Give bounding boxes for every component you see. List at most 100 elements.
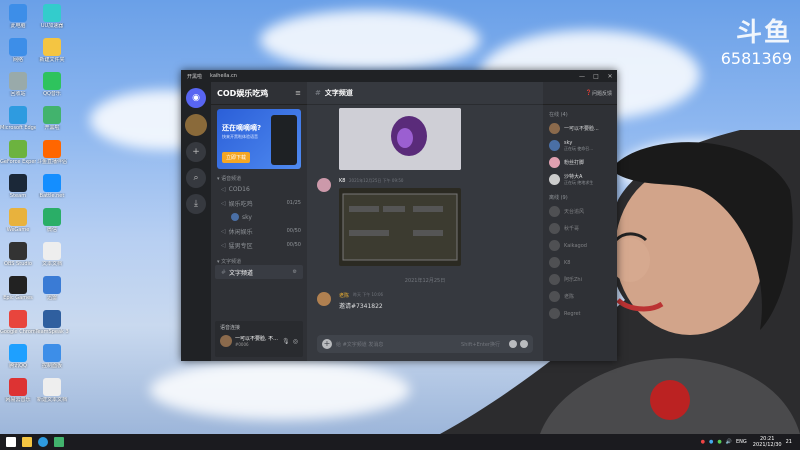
headphones-icon[interactable]: ◎ xyxy=(293,338,298,345)
douyu-logo: 斗鱼 xyxy=(735,18,792,48)
voice-channel[interactable]: ◁ COD16 xyxy=(211,182,307,196)
app-icon xyxy=(43,106,61,124)
server-header[interactable]: COD娱乐吃鸡 ≡ xyxy=(211,82,307,105)
desktop-icon-label: WeGame xyxy=(6,227,30,233)
desktop-icon[interactable]: WeGame xyxy=(0,208,36,233)
member-item[interactable]: 天台追风 xyxy=(543,203,617,220)
desktop-icon[interactable]: 此电脑 xyxy=(0,4,36,29)
banner-download-button[interactable]: 立即下载 xyxy=(222,152,251,163)
search-server-button[interactable]: ⌕ xyxy=(186,168,206,188)
speaker-icon: ◁ xyxy=(221,227,226,235)
avatar[interactable] xyxy=(317,292,331,306)
desktop-icon[interactable]: QQ音乐 xyxy=(34,72,70,97)
voice-category[interactable]: ▾ 语音频道 xyxy=(211,169,307,182)
desktop-icon[interactable]: 腾讯QQ xyxy=(0,344,36,369)
edge-icon[interactable] xyxy=(38,437,48,447)
plus-icon[interactable]: + xyxy=(322,339,332,349)
app-icon xyxy=(9,310,27,328)
desktop-icon-label: Google Chrome xyxy=(0,329,36,335)
desktop-icon[interactable]: Microsoft Edge xyxy=(0,106,36,131)
desktop-icon-label: 开黑啦 xyxy=(44,125,60,131)
desktop-icon[interactable]: 微信 xyxy=(34,208,70,233)
download-button[interactable]: ⤓ xyxy=(186,194,206,214)
attached-image[interactable] xyxy=(339,188,461,266)
promo-banner[interactable]: 还在嘀嘀嘀? 快来开黑啦体验语音 立即下载 xyxy=(217,109,301,169)
volume-icon[interactable]: 🔊 xyxy=(726,439,732,445)
member-item[interactable]: Regret xyxy=(543,305,617,322)
message-composer[interactable]: + 给 #文字频道 发消息 Shift+Enter换行 xyxy=(317,335,533,353)
maximize-button[interactable]: □ xyxy=(589,73,603,80)
text-channel-active[interactable]: # 文字频道 ⚙ xyxy=(215,265,303,279)
composer-placeholder[interactable]: 给 #文字频道 发消息 xyxy=(336,341,383,348)
desktop-icon[interactable]: Epic Games xyxy=(0,276,36,301)
app-icon xyxy=(9,106,27,124)
tray-app-icon[interactable]: ● xyxy=(709,439,713,445)
language-indicator[interactable]: ENG xyxy=(736,439,747,445)
feedback-button[interactable]: 问题反馈 xyxy=(592,90,612,97)
server-icon-cod[interactable] xyxy=(185,114,207,136)
windows-start-icon[interactable] xyxy=(6,437,16,447)
message-time: 2021年12月25日 下午 09:50 xyxy=(349,178,404,183)
member-item[interactable]: K8 xyxy=(543,254,617,271)
message-author[interactable]: 老陈 xyxy=(339,292,349,299)
desktop-icon[interactable]: TeamSpeak 3 xyxy=(34,310,70,335)
clock[interactable]: 20:21 2021/12/30 xyxy=(753,436,782,448)
voice-channel[interactable]: ◁ 娱乐吃鸡 01/25 xyxy=(211,196,307,210)
window-titlebar: 开黑啦 kaiheila.cn — □ ✕ xyxy=(181,70,617,82)
add-server-button[interactable]: + xyxy=(186,142,206,162)
avatar[interactable] xyxy=(317,178,331,192)
desktop-icon[interactable]: OBS Studio xyxy=(0,242,36,267)
kaiheila-icon[interactable] xyxy=(54,437,64,447)
desktop-icon[interactable]: UU加速器 xyxy=(34,4,70,29)
desktop-icon-label: 回收站 xyxy=(10,91,26,97)
app-icon xyxy=(43,140,61,158)
voice-channel[interactable]: ◁ 休闲娱乐 00/50 xyxy=(211,224,307,238)
member-item[interactable]: 老陈 xyxy=(543,288,617,305)
file-explorer-icon[interactable] xyxy=(22,437,32,447)
close-button[interactable]: ✕ xyxy=(603,73,617,80)
desktop-icon[interactable]: 迅雷 xyxy=(34,276,70,301)
desktop-icon[interactable]: 网易云音乐 xyxy=(0,378,36,403)
tray-app-icon[interactable]: ● xyxy=(701,439,705,445)
desktop-icon[interactable]: 网络 xyxy=(0,38,36,63)
microphone-icon[interactable]: 🎙 xyxy=(282,338,290,345)
offline-section-label: 离线 (9) xyxy=(549,195,568,201)
member-item[interactable]: 一可以不要脸... xyxy=(543,120,617,137)
member-name: Kaikagod xyxy=(564,242,587,249)
desktop-icon[interactable]: Steam xyxy=(0,174,36,199)
member-item[interactable]: 阿乐Zhi xyxy=(543,271,617,288)
desktop-icon[interactable]: GeForce Experience xyxy=(0,140,36,165)
minimize-button[interactable]: — xyxy=(575,73,589,80)
voice-user[interactable]: sky xyxy=(211,210,307,224)
desktop-icon[interactable]: 新建文本文档 xyxy=(34,378,70,403)
desktop-icon[interactable]: 开黑啦 xyxy=(34,106,70,131)
desktop-icon[interactable]: Google Chrome xyxy=(0,310,36,335)
desktop-icon[interactable]: 新建文件夹 xyxy=(34,38,70,63)
desktop-icon-label: 新建文件夹 xyxy=(39,57,65,63)
notification-badge[interactable]: 21 xyxy=(786,439,792,445)
text-category[interactable]: ▾ 文字频道 xyxy=(211,252,307,265)
menu-icon[interactable]: ≡ xyxy=(295,89,301,97)
upload-icon[interactable] xyxy=(520,340,528,348)
member-item[interactable]: 粉丝打脚 xyxy=(543,154,617,171)
attached-image[interactable] xyxy=(339,108,461,170)
member-item[interactable]: 秋千哥 xyxy=(543,220,617,237)
emoji-icon[interactable] xyxy=(509,340,517,348)
tray-app-icon[interactable]: ● xyxy=(717,439,721,445)
home-button[interactable]: ◉ xyxy=(186,88,206,108)
settings-icon[interactable]: ⚙ xyxy=(293,269,297,275)
desktop-icon[interactable]: 回收站 xyxy=(0,72,36,97)
desktop-icon-label: 新建文本文档 xyxy=(36,397,67,403)
desktop-icon[interactable]: 控制面板 xyxy=(34,344,70,369)
member-item[interactable]: Kaikagod xyxy=(543,237,617,254)
voice-channel[interactable]: ◁ 猛男专区 00/50 xyxy=(211,238,307,252)
member-item[interactable]: sky 正在玩 使命召... xyxy=(543,137,617,154)
plus-icon: + xyxy=(192,147,200,157)
server-rail: ◉ + ⌕ ⤓ xyxy=(181,82,211,361)
avatar[interactable] xyxy=(220,335,232,347)
message-author[interactable]: K8 xyxy=(339,178,345,184)
desktop-icon[interactable]: Battle.net xyxy=(34,174,70,199)
desktop-icon[interactable]: 文本文档 xyxy=(34,242,70,267)
desktop-icon[interactable]: 斗鱼直播伴侣 xyxy=(34,140,70,165)
member-item[interactable]: 沙特大A 正在玩 绝地求生 xyxy=(543,171,617,188)
